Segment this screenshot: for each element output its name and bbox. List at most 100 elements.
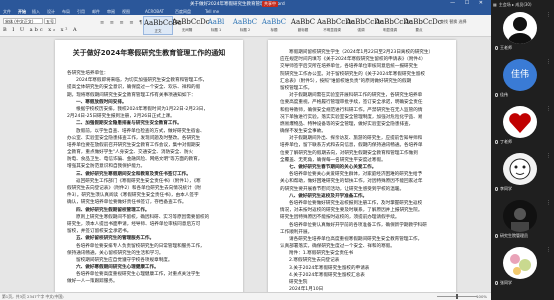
document-line: 研究生，须本人提出书面申请，经导师、培养单位审核同意后方可 xyxy=(67,221,201,227)
style-sample: AaBl xyxy=(207,18,225,26)
style-option[interactable]: AaBbCcDc 强调 xyxy=(346,16,384,35)
participant-name-label: 佳伟 xyxy=(500,92,508,97)
ribbon-tabs: 文件 开始 插入 设计 布局 引用 邮件 审阅 视图 ACROBAT 百度网盘 Tell me xyxy=(0,8,491,15)
document-line: 2月24日-25日研究生报到注册，2月26日正式上课。 xyxy=(67,114,175,120)
participant-name-label: 张同学 xyxy=(500,280,512,285)
document-line: 汇总表》（附件5），按照"谁留校谁负责"的原则做好研究生的假期 xyxy=(280,78,412,84)
more-options-icon[interactable]: ⋮ xyxy=(546,200,551,206)
more-options-icon[interactable]: ⋮ xyxy=(546,12,551,18)
participant-tile[interactable]: 丁老师 ⋮ xyxy=(491,104,554,146)
more-options-icon[interactable]: ⋮ xyxy=(546,153,551,159)
document-area[interactable]: 关于做好2024年寒假研究生教育管理工作的通知 各研究生培养单位： 2024年寒假… xyxy=(0,37,491,292)
participants-header[interactable]: ▦ 主会场 ▸ 成员(30) xyxy=(493,2,532,8)
document-line: 各研究生培养单位： xyxy=(67,71,109,76)
document-line: 四、做好研究生假期留校管理工作。 xyxy=(76,207,150,213)
style-option[interactable]: AaBl 标题 1 xyxy=(201,16,231,35)
grid-icon: ▦ xyxy=(493,2,497,7)
document-line: 对于假期期间需在实验室开展科研工作的研究生，各研究生培养单 xyxy=(289,93,423,99)
font-name-box[interactable]: 宋体 (中文正文) xyxy=(3,18,43,24)
style-sample: AaBbC xyxy=(232,18,258,26)
document-line: 的研究生要开展春节慰问活动，让研究生感受到学校的温暖。 xyxy=(280,186,405,192)
sharing-badge[interactable]: 共享中 xyxy=(262,1,278,7)
font-size-box[interactable]: 五号 xyxy=(44,18,56,24)
participant-avatar: 佳伟 xyxy=(503,59,537,91)
microphone-icon xyxy=(495,140,498,144)
document-line: 况下单独进行实验。落实实验室安全管理制度，加强对危险化学品、易 xyxy=(280,114,423,120)
document-line: 各培养单位要做好研究生返校报到注册工作，及时掌握研究生返校 xyxy=(289,200,423,206)
style-option[interactable]: AaBbCcDc 无间隔 xyxy=(172,16,210,35)
document-line: 研究生因特殊原因不能按时返校的，须提前办理请假手续。 xyxy=(280,215,400,221)
document-page-2[interactable]: 寒假期间留校研究生学生（2024年1月22日至2月23日离校的研究生） 应在规定时… xyxy=(268,40,456,292)
document-line: 根据学校校历安排，我校2024年寒假时间为1月22日-2月23日， xyxy=(76,106,208,112)
document-title: 关于做好2024年寒假研究生教育管理工作的通知 xyxy=(72,49,226,57)
avatar-text: 佳伟 xyxy=(510,70,529,80)
style-name: 副标题 xyxy=(297,28,309,32)
page-1-body: 各研究生培养单位： 2024年寒假即将来临，为切实加强研究生安全教育和管理工作，提… xyxy=(67,70,233,286)
editing-group[interactable]: 查找 替换 选择 xyxy=(440,19,467,25)
document-line: 位要高度重视，严格履行管理审批手续，签订安全承诺，明确安全责任 xyxy=(280,100,423,106)
style-option[interactable]: AaBbC 标题 2 xyxy=(230,16,260,35)
participant-tile[interactable]: 李同学 ⋮ xyxy=(491,151,554,193)
document-line: 全覆盖、无死角，确保每一名研究生平安度过寒假。 xyxy=(280,157,386,163)
style-name: 标题 2 xyxy=(239,28,251,32)
style-name: 强调 xyxy=(357,28,365,32)
style-option[interactable]: AaBbCcDc 正文 xyxy=(143,16,182,35)
status-bar: 第1页，共3页 2347个字 中文(中国) 100% xyxy=(0,292,491,300)
microphone-icon xyxy=(495,281,498,285)
participant-tile[interactable]: 王老师 ⋮ xyxy=(491,10,554,52)
document-line: 对于假期期间外出、探亲访友、旅游的研究生，应提前告知导师和 xyxy=(289,136,423,142)
document-line: 各培养单位要认真做好开学前的各项准备工作，确保新学期教学科研 xyxy=(289,222,427,228)
document-page-1[interactable]: 关于做好2024年寒假研究生教育管理工作的通知 各研究生培养单位： 2024年寒假… xyxy=(55,40,243,292)
style-sample: AaBbCcDc xyxy=(317,18,355,26)
style-sample: AaBbCcDc xyxy=(172,18,210,26)
zoom-slider[interactable] xyxy=(437,294,477,299)
style-sample: AaBbC xyxy=(261,18,287,26)
format-buttons[interactable]: B I U abc x₂ x² A xyxy=(3,27,79,33)
document-line: 培养单位，留下联系方式和去向信息，假期内保持通讯畅通。各培养单 xyxy=(280,143,423,149)
document-line: 防电、食品卫生、电信诈骗、金融风险、网络文明"等方面的教育， xyxy=(67,157,203,163)
style-option[interactable]: AaBbC 标题 xyxy=(259,16,289,35)
document-line: 二、加强假期安全隐患排查与研究生安全教育工作。 xyxy=(76,121,182,127)
document-line: 关心和帮助，做好困难研究生的帮扶工作，对因特殊原因不能回家过年 xyxy=(280,179,423,185)
zoom-slider-knob[interactable] xyxy=(456,294,458,299)
document-line: 确认，研究生培养单位要做好责任书签订，存档备查工作。 xyxy=(67,200,187,206)
participant-avatar xyxy=(503,200,537,232)
participant-tile[interactable]: 研究生院管理员 ⋮ xyxy=(491,198,554,240)
document-line: 请各研究生培养单位高度重视寒假期间研究生安全教育管理工作， xyxy=(289,236,423,242)
style-option[interactable]: AaBbC 副标题 xyxy=(288,16,318,35)
participant-tile[interactable]: 佳伟 佳伟 ⋮ xyxy=(491,57,554,99)
participant-name-label: 王老师 xyxy=(500,45,512,50)
style-option[interactable]: AaBbCcDc 不明显强调 xyxy=(317,16,355,35)
more-options-icon[interactable]: ⋮ xyxy=(546,59,551,65)
ribbon-tab-11[interactable]: Tell me xyxy=(205,9,219,14)
zoom-level[interactable]: 100% xyxy=(476,294,487,299)
document-line: 提高全体研究生的安全意识，确保度过一个安全、欢乐、祥和的假 xyxy=(67,85,201,91)
style-sample: AaBbCcDc xyxy=(346,18,384,26)
document-line: 一、寒假放假时间安排。 xyxy=(76,99,127,105)
participant-name-label: 研究生院管理员 xyxy=(500,233,528,238)
window-controls[interactable]: — ☐ ✕ xyxy=(450,0,487,6)
participant-tile[interactable]: 张同学 ⋮ xyxy=(491,245,554,287)
page-2-body: 寒假期间留校研究生学生（2024年1月22日至2月23日离校的研究生） 应在规定时… xyxy=(280,49,446,292)
paragraph-buttons[interactable]: ≡ ≡ ≡ ≡ ¶ xyxy=(100,20,144,26)
microphone-icon xyxy=(495,93,498,97)
participant-name: 李同学 xyxy=(495,186,512,192)
document-line: 研究生院 xyxy=(289,280,308,285)
document-line: 3.关于2024年寒假研究生留校的申请表 xyxy=(289,265,370,271)
participant-name-label: 李同学 xyxy=(500,186,512,191)
document-line: 留校，并签订留校安全承诺书。 xyxy=(67,229,132,235)
document-line: 五、做好留校研究生的管理服务工作。 xyxy=(76,236,155,242)
document-line: 三、做好研究生寒假期间安全和教育及责任书签订工作。 xyxy=(76,171,191,177)
document-line: 返回研究生工作部门《寒假研究生安全责任书》（附件1），《寒 xyxy=(76,178,201,184)
style-option[interactable]: AaBbCcDc 要点 xyxy=(404,16,442,35)
status-info: 第1页，共3页 2347个字 中文(中国) xyxy=(2,294,64,299)
ribbon-tab-9[interactable]: ACROBAT xyxy=(145,9,164,14)
more-options-icon[interactable]: ⋮ xyxy=(546,106,551,112)
document-line: 燃易爆物品、特种设备等的安全管理，做好实验室安全隐患排查， xyxy=(280,121,414,127)
document-line: 全教育，重点做好学生"人身安全、交通安全、消防安全、防火 xyxy=(67,150,194,156)
more-options-icon[interactable]: ⋮ xyxy=(546,247,551,253)
document-line: 确保不发生安全事故。 xyxy=(280,129,326,135)
document-line: 4.关于2024年寒假研究生留校汇总表 xyxy=(289,272,365,278)
style-name: 正文 xyxy=(154,29,162,33)
style-option[interactable]: AaBbCcDc 明显强调 xyxy=(375,16,413,35)
